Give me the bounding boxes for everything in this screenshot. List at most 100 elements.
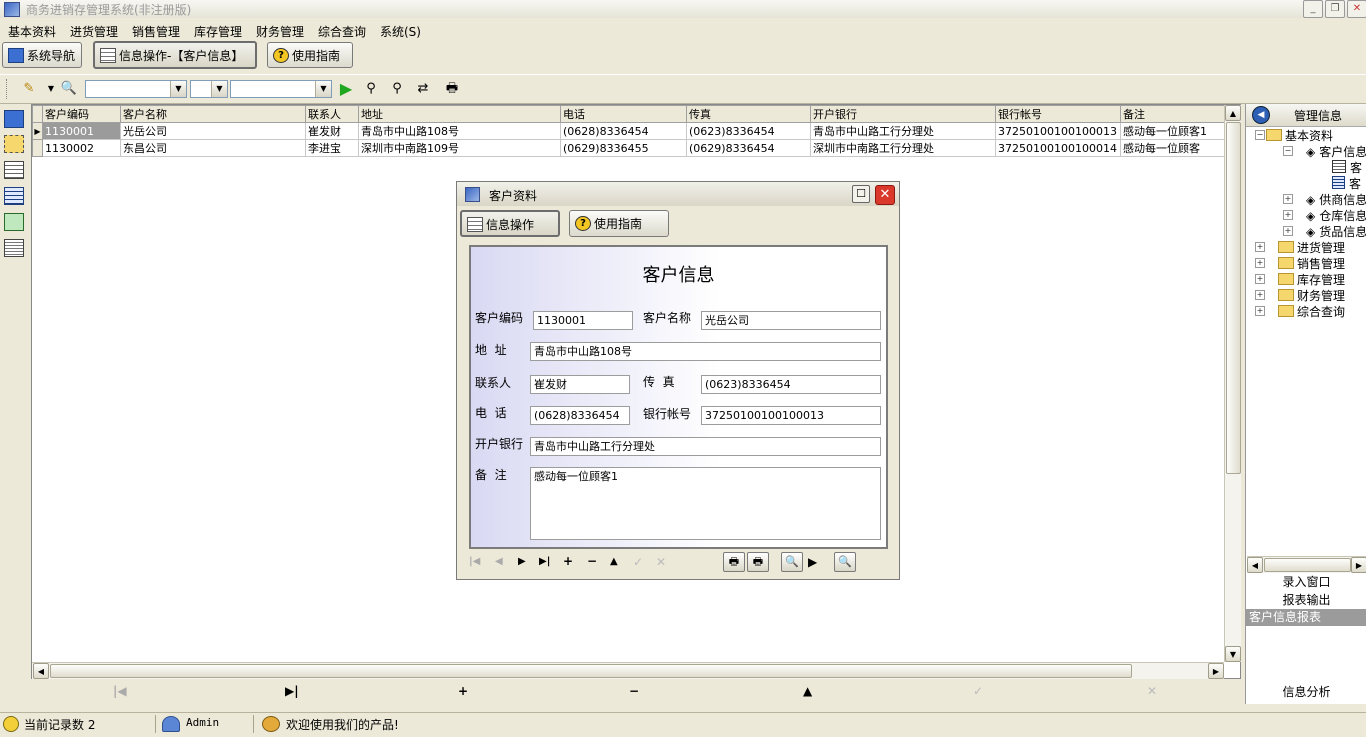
table-cell[interactable]: 青岛市中山路108号 <box>358 122 561 140</box>
scroll-right-button[interactable]: ▶ <box>1208 663 1224 679</box>
table-cell[interactable]: 深圳市中南路109号 <box>358 139 561 157</box>
menu-system[interactable]: 系统(S) <box>380 23 421 40</box>
network-icon[interactable] <box>4 135 24 153</box>
address-field[interactable]: 青岛市中山路108号 <box>530 342 881 361</box>
column-header[interactable]: 客户编码 <box>42 105 121 123</box>
tree-purchase[interactable]: 进货管理 <box>1278 239 1345 256</box>
refresh-icon[interactable]: ⇄ <box>414 80 432 98</box>
document-icon[interactable] <box>4 187 24 205</box>
delete-record-icon[interactable]: − <box>587 554 597 568</box>
run-query-icon[interactable]: ▶ <box>337 80 355 98</box>
tree-supplier-info[interactable]: ◈ 供商信息 <box>1306 191 1366 208</box>
table-cell[interactable]: (0623)8336454 <box>686 122 811 140</box>
table-cell[interactable]: 青岛市中山路工行分理处 <box>810 122 996 140</box>
print-icon[interactable]: 🖶 <box>443 80 461 98</box>
post-record-icon[interactable]: ✓ <box>633 555 643 569</box>
scroll-thumb[interactable] <box>1226 122 1241 474</box>
table-row[interactable]: ▶ 1130001 光岳公司 崔发财 青岛市中山路108号 (0628)8336… <box>32 122 1226 140</box>
expand-icon[interactable]: + <box>1255 274 1265 284</box>
add-record-icon[interactable]: + <box>458 684 468 698</box>
menu-sales[interactable]: 销售管理 <box>132 23 180 40</box>
scroll-thumb[interactable] <box>1264 558 1351 572</box>
monitor-icon[interactable] <box>4 110 24 128</box>
column-header[interactable]: 地址 <box>358 105 561 123</box>
operator-select[interactable]: ▼ <box>190 80 228 98</box>
tree-customer-info[interactable]: ◈ 客户信息 <box>1306 143 1366 160</box>
column-header[interactable]: 备注 <box>1120 105 1226 123</box>
scroll-thumb[interactable] <box>50 664 1132 678</box>
delete-record-icon[interactable]: − <box>629 684 639 698</box>
expand-icon[interactable]: + <box>1283 194 1293 204</box>
play-icon[interactable]: ▶ <box>808 555 817 569</box>
find-icon[interactable]: ⚲ <box>362 80 380 98</box>
tree-sales[interactable]: 销售管理 <box>1278 255 1345 272</box>
find-next-icon[interactable]: ⚲ <box>388 80 406 98</box>
cancel-record-icon[interactable]: ✕ <box>1147 684 1157 698</box>
tab-system-nav[interactable]: 系统导航 <box>2 42 82 68</box>
table-row[interactable]: 1130002 东昌公司 李进宝 深圳市中南路109号 (0629)833645… <box>32 139 1226 157</box>
table-cell[interactable]: 37250100100100014 <box>995 139 1121 157</box>
tree-inventory[interactable]: 库存管理 <box>1278 271 1345 288</box>
menu-query[interactable]: 综合查询 <box>318 23 366 40</box>
tree-customer-report[interactable]: 客 <box>1332 175 1361 192</box>
table-cell[interactable]: (0628)8336454 <box>560 122 687 140</box>
menu-inventory[interactable]: 库存管理 <box>194 23 242 40</box>
column-header[interactable]: 传真 <box>686 105 811 123</box>
edit-record-icon[interactable]: ▲ <box>803 684 812 698</box>
prior-record-icon[interactable]: ◀ <box>495 556 503 567</box>
scroll-down-button[interactable]: ▼ <box>1225 646 1241 662</box>
column-header[interactable]: 联系人 <box>305 105 359 123</box>
preview-icon[interactable]: 🔍 <box>60 80 78 98</box>
close-button[interactable]: ✕ <box>1347 0 1366 18</box>
dialog-maximize-button[interactable]: ☐ <box>852 185 870 203</box>
search-icon[interactable]: 🔍 <box>834 552 856 572</box>
menu-purchase[interactable]: 进货管理 <box>70 23 118 40</box>
menu-finance[interactable]: 财务管理 <box>256 23 304 40</box>
tree-warehouse-info[interactable]: ◈ 仓库信息 <box>1306 207 1366 224</box>
table-cell[interactable]: 感动每一位顾客 <box>1120 139 1226 157</box>
column-header[interactable]: 电话 <box>560 105 687 123</box>
cancel-record-icon[interactable]: ✕ <box>656 555 666 569</box>
table-cell[interactable]: 感动每一位顾客1 <box>1120 122 1226 140</box>
name-field[interactable]: 光岳公司 <box>701 311 881 330</box>
first-record-icon[interactable]: |◀ <box>113 684 127 698</box>
table-cell[interactable]: 1130002 <box>42 139 121 157</box>
fax-field[interactable]: (0623)8336454 <box>701 375 881 394</box>
collapse-icon[interactable]: − <box>1283 146 1293 156</box>
list-icon[interactable] <box>4 239 24 257</box>
tree-customer-form[interactable]: 客 <box>1332 159 1362 176</box>
table-cell[interactable]: 1130001 <box>42 122 121 140</box>
input-window-item[interactable]: 录入窗口 <box>1246 574 1366 591</box>
expand-icon[interactable]: + <box>1255 258 1265 268</box>
tab-info-operation[interactable]: 信息操作-【客户信息】 <box>93 41 257 69</box>
column-header[interactable]: 客户名称 <box>120 105 306 123</box>
table-cell[interactable]: 李进宝 <box>305 139 359 157</box>
expand-icon[interactable]: + <box>1255 306 1265 316</box>
tab-user-guide[interactable]: ? 使用指南 <box>267 42 353 68</box>
collapse-icon[interactable]: − <box>1255 130 1265 140</box>
edit-record-icon[interactable]: ▲ <box>610 556 618 567</box>
table-cell[interactable]: 光岳公司 <box>120 122 306 140</box>
info-analysis-item[interactable]: 信息分析 <box>1246 684 1366 701</box>
tree-query[interactable]: 综合查询 <box>1278 303 1345 320</box>
scroll-left-button[interactable]: ◀ <box>33 663 49 679</box>
contact-field[interactable]: 崔发财 <box>530 375 630 394</box>
print-icon[interactable]: 🖶 <box>723 552 745 572</box>
menu-basic-data[interactable]: 基本资料 <box>8 23 56 40</box>
print-export-icon[interactable]: 🖶 <box>747 552 769 572</box>
report-output-item[interactable]: 报表输出 <box>1246 592 1366 609</box>
dialog-tab-guide[interactable]: ? 使用指南 <box>569 210 669 237</box>
next-record-icon[interactable]: ▶ <box>518 556 526 567</box>
last-record-icon[interactable]: ▶| <box>539 556 550 567</box>
dialog-close-button[interactable]: ✕ <box>875 185 895 205</box>
back-icon[interactable]: ◀ <box>1252 106 1270 124</box>
tree-goods-info[interactable]: ◈ 货品信息 <box>1306 223 1366 240</box>
table-cell[interactable]: 崔发财 <box>305 122 359 140</box>
scroll-left-button[interactable]: ◀ <box>1247 557 1263 573</box>
table-cell[interactable]: 深圳市中南路工行分理处 <box>810 139 996 157</box>
preview-icon[interactable]: 🔍 <box>781 552 803 572</box>
value-select[interactable]: ▼ <box>230 80 332 98</box>
expand-icon[interactable]: + <box>1283 226 1293 236</box>
phone-field[interactable]: (0628)8336454 <box>530 406 630 425</box>
first-record-icon[interactable]: |◀ <box>469 556 480 567</box>
